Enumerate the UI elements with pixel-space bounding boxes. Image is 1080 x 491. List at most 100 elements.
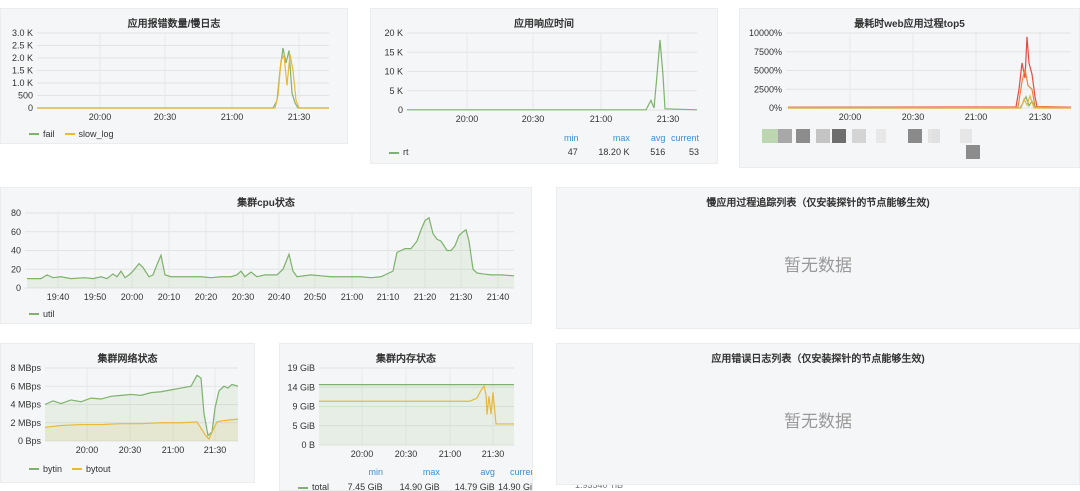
panel-error-log-list: 应用错误日志列表（仅安装探针的节点能够生效) 暂无数据 xyxy=(556,343,1080,485)
stat-max: 14.90 GiB xyxy=(399,482,440,491)
y-tick-label: 2.5 K xyxy=(12,41,33,51)
legend-swatch xyxy=(29,468,39,470)
series-swatch xyxy=(298,486,308,489)
chart-legend: bytin bytout xyxy=(29,464,111,474)
top5-series-green xyxy=(788,95,1071,109)
stat-header-current: current xyxy=(509,467,532,477)
y-tick-label: 7500% xyxy=(754,47,782,57)
panel-network: 集群网络状态 8 MBps 6 MBps 4 MBps 2 MBps 0 Bps 20:0… xyxy=(0,343,255,483)
y-tick-label: 5 K xyxy=(389,86,403,96)
y-tick-label: 14 GiB xyxy=(287,382,315,392)
x-tick-label: 20:30 xyxy=(395,449,418,459)
y-tick-label: 0 B xyxy=(301,440,315,450)
panel-top5-processes: 最耗时web应用过程top5 10000% 7500% 5000% 2500% 0% 20… xyxy=(739,8,1080,168)
y-tick-label: 0 xyxy=(16,283,21,293)
legend-swatch xyxy=(29,313,39,315)
x-tick-label: 19:40 xyxy=(47,292,70,302)
legend-item[interactable]: bytin xyxy=(29,464,62,474)
x-tick-label: 19:50 xyxy=(84,292,107,302)
legend-item[interactable]: bytout xyxy=(72,464,111,474)
x-tick-label: 20:30 xyxy=(232,292,255,302)
legend-item[interactable]: fail xyxy=(29,129,55,139)
y-tick-label: 0 Bps xyxy=(18,436,42,446)
stats-header: min max avg current xyxy=(298,467,532,477)
legend-label: slow_log xyxy=(78,129,114,139)
empty-state-text: 暂无数据 xyxy=(784,256,852,275)
x-tick-label: 21:30 xyxy=(1029,112,1052,122)
y-tick-label: 6 MBps xyxy=(10,381,41,391)
slow-log-series-line xyxy=(37,53,329,109)
x-tick-label: 20:10 xyxy=(158,292,181,302)
y-tick-label: 500 xyxy=(18,91,33,101)
y-tick-label: 2500% xyxy=(754,84,782,94)
y-tick-label: 8 MBps xyxy=(10,363,41,373)
y-tick-label: 0 xyxy=(398,105,403,115)
x-tick-label: 21:30 xyxy=(204,445,227,455)
stat-current: 14.90 GiB xyxy=(497,482,532,491)
x-tick-label: 20:30 xyxy=(154,112,177,122)
chart-legend: fail slow_log xyxy=(29,129,114,139)
series-name: rt xyxy=(403,147,409,157)
legend-swatch xyxy=(29,133,39,135)
error-count-chart: 3.0 K 2.5 K 2.0 K 1.5 K 1.0 K 500 0 20:00 20:30 2… xyxy=(12,28,329,122)
panel-cpu: 集群cpu状态 80 60 40 20 0 19:40 19:50 20:00 20:10 20:… xyxy=(0,187,532,324)
x-tick-label: 21:00 xyxy=(590,114,613,124)
x-tick-label: 20:00 xyxy=(76,445,99,455)
x-tick-label: 21:30 xyxy=(482,449,505,459)
x-tick-label: 21:00 xyxy=(341,292,364,302)
series-name: total xyxy=(312,482,330,491)
legend-item[interactable]: slow_log xyxy=(64,129,114,139)
stat-avg: 14.79 GiB xyxy=(454,482,495,491)
x-tick-label: 21:00 xyxy=(965,112,988,122)
stats-row[interactable]: rt 47 18.20 K 516 53 xyxy=(389,147,699,157)
chart-legend: util xyxy=(29,309,55,319)
x-tick-label: 20:00 xyxy=(89,112,112,122)
stat-header-min: min xyxy=(563,133,579,143)
y-tick-label: 1.0 K xyxy=(12,78,33,88)
x-tick-label: 21:00 xyxy=(221,112,244,122)
y-tick-label: 0% xyxy=(769,103,782,113)
total-series-line-area xyxy=(319,384,514,445)
series-swatch xyxy=(389,151,399,154)
stat-header-avg: avg xyxy=(480,467,495,477)
legend-label: fail xyxy=(43,129,55,139)
legend-label: util xyxy=(43,309,55,319)
stats-row[interactable]: total 7.45 GiB 14.90 GiB 14.79 GiB 14.90… xyxy=(298,482,532,491)
legend-item[interactable]: util xyxy=(29,309,55,319)
x-tick-label: 21:30 xyxy=(657,114,680,124)
network-chart: 8 MBps 6 MBps 4 MBps 2 MBps 0 Bps 20:00 20:30 2… xyxy=(10,363,239,455)
stat-header-max: max xyxy=(612,133,630,143)
x-tick-label: 21:10 xyxy=(377,292,400,302)
panel-slow-process-list: 慢应用过程追踪列表（仅安装探针的节点能够生效) 暂无数据 xyxy=(556,187,1080,329)
stat-current: 53 xyxy=(688,147,699,157)
x-tick-label: 21:30 xyxy=(450,292,473,302)
panel-title: 慢应用过程追踪列表（仅安装探针的节点能够生效) xyxy=(706,198,930,209)
top5-chart: 10000% 7500% 5000% 2500% 0% 20:00 20:30 21:00 21… xyxy=(749,28,1072,122)
stat-header-avg: avg xyxy=(650,133,666,143)
x-tick-label: 20:30 xyxy=(902,112,925,122)
fail-series-line xyxy=(37,47,329,109)
stat-header-min: min xyxy=(368,467,384,477)
y-tick-label: 10 K xyxy=(384,67,403,77)
y-tick-label: 80 xyxy=(11,208,21,218)
legend-label: bytout xyxy=(86,464,111,474)
x-tick-label: 21:00 xyxy=(162,445,185,455)
cpu-chart: 80 60 40 20 0 19:40 19:50 20:00 20:10 20:20 20:30 2… xyxy=(11,208,515,302)
top5-series-red xyxy=(787,36,1072,108)
y-tick-label: 1.5 K xyxy=(12,66,33,76)
stat-header-current: current xyxy=(670,133,699,143)
y-tick-label: 9 GiB xyxy=(292,402,315,412)
y-tick-label: 0 xyxy=(28,103,33,113)
x-tick-label: 20:30 xyxy=(522,114,545,124)
y-tick-label: 20 K xyxy=(384,28,403,38)
panel-error-count: 应用报错数量/慢日志 3.0 K 2.5 K 2.0 K 1.5 K 1.0 K 500 0… xyxy=(0,8,348,144)
x-tick-label: 20:50 xyxy=(304,292,327,302)
x-tick-label: 20:00 xyxy=(456,114,479,124)
panel-response-time: 应用响应时间 20 K 15 K 10 K5 K 0 20:00 20:30 21:00 21… xyxy=(370,8,718,164)
y-tick-label: 3.0 K xyxy=(12,28,33,38)
y-tick-label: 10000% xyxy=(749,28,782,38)
y-tick-label: 60 xyxy=(11,227,21,237)
legend-stats-table: min max avg current rt 47 18.20 K 516 53 xyxy=(389,133,699,157)
legend-stats-table: min max avg current total 7.45 GiB 14.90… xyxy=(298,467,532,491)
y-tick-label: 15 K xyxy=(384,47,403,57)
